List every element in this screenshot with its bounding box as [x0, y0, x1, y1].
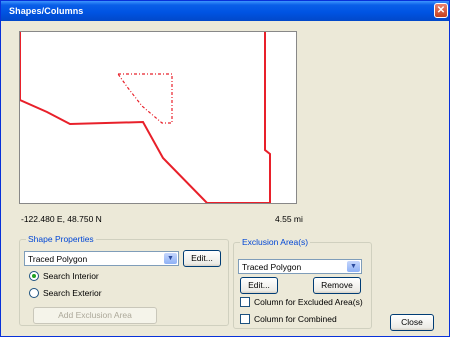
search-exterior-option[interactable]: Search Exterior: [29, 288, 102, 298]
exclusion-areas-title: Exclusion Area(s): [240, 237, 311, 247]
column-excluded-option[interactable]: Column for Excluded Area(s): [240, 297, 363, 307]
search-exterior-label: Search Exterior: [43, 288, 102, 298]
shapes-columns-dialog: Shapes/Columns ✕ -122.480 E, 48.750 N 4.…: [0, 0, 450, 337]
exclusion-remove-label: Remove: [321, 280, 353, 290]
search-interior-radio[interactable]: [29, 271, 39, 281]
column-excluded-checkbox[interactable]: [240, 297, 250, 307]
search-interior-label: Search Interior: [43, 271, 99, 281]
close-button[interactable]: Close: [390, 314, 434, 331]
close-button-label: Close: [401, 317, 423, 327]
exclusion-area-outline[interactable]: [117, 73, 173, 124]
coordinates-readout: -122.480 E, 48.750 N: [21, 214, 102, 224]
close-window-button[interactable]: ✕: [434, 3, 448, 18]
shape-edit-button[interactable]: Edit...: [183, 250, 221, 267]
search-interior-option[interactable]: Search Interior: [29, 271, 99, 281]
traced-polygon-outline[interactable]: [19, 32, 271, 204]
exclusion-remove-button[interactable]: Remove: [313, 277, 361, 294]
title-bar[interactable]: Shapes/Columns: [1, 1, 449, 21]
chevron-down-icon[interactable]: ▼: [347, 261, 360, 272]
exclusion-edit-button[interactable]: Edit...: [240, 277, 278, 294]
column-excluded-label: Column for Excluded Area(s): [254, 297, 363, 307]
column-combined-label: Column for Combined: [254, 314, 337, 324]
add-exclusion-area-label: Add Exclusion Area: [58, 310, 132, 320]
search-exterior-radio[interactable]: [29, 288, 39, 298]
column-combined-checkbox[interactable]: [240, 314, 250, 324]
map-canvas: [19, 32, 271, 204]
chevron-down-icon[interactable]: ▼: [164, 253, 177, 264]
shape-select[interactable]: Traced Polygon ▼: [24, 251, 179, 266]
map-view[interactable]: [19, 31, 297, 204]
scale-readout: 4.55 mi: [275, 214, 303, 224]
close-icon: ✕: [436, 5, 446, 16]
shape-properties-title: Shape Properties: [26, 234, 96, 244]
add-exclusion-area-button[interactable]: Add Exclusion Area: [33, 307, 157, 324]
exclusion-shape-value: Traced Polygon: [242, 262, 302, 272]
shape-select-value: Traced Polygon: [28, 254, 88, 264]
window-title: Shapes/Columns: [9, 6, 84, 16]
exclusion-shape-select[interactable]: Traced Polygon ▼: [238, 259, 362, 274]
column-combined-option[interactable]: Column for Combined: [240, 314, 337, 324]
shape-edit-label: Edit...: [191, 253, 213, 263]
exclusion-edit-label: Edit...: [248, 280, 270, 290]
